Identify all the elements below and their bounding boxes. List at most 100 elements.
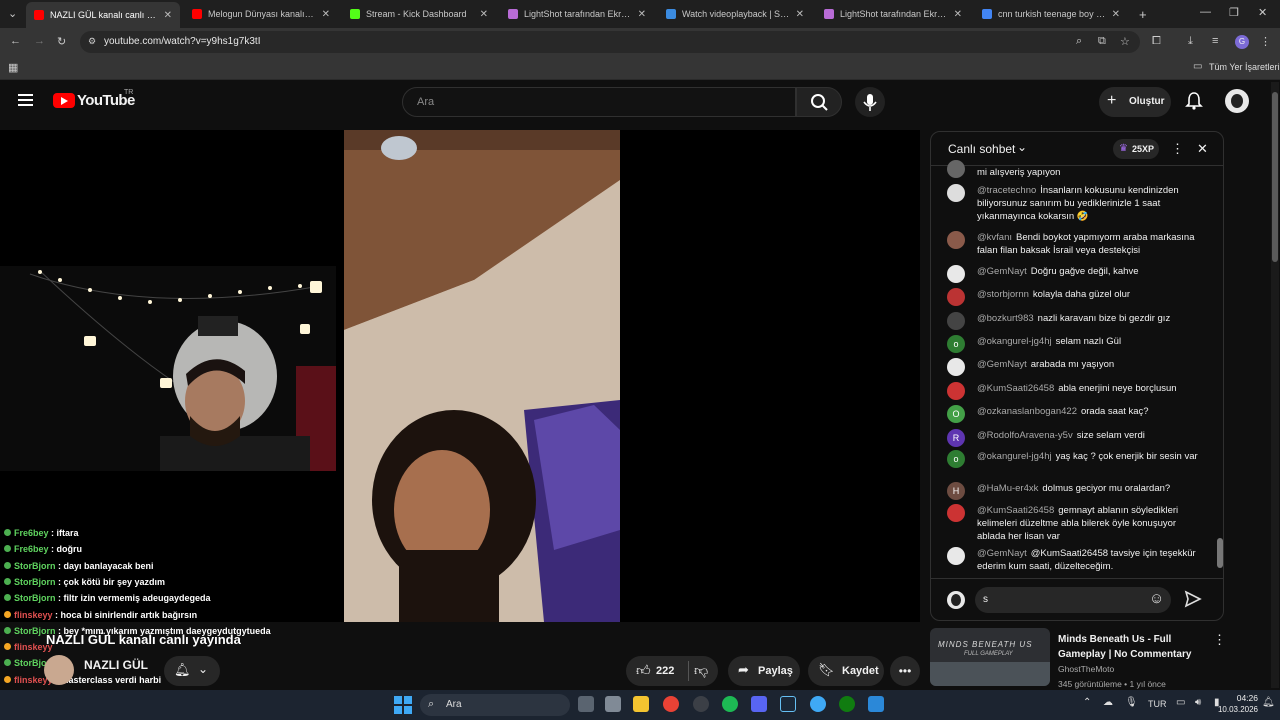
notifications-bell-icon[interactable] <box>1185 91 1203 116</box>
chat-author[interactable]: @GemNayt <box>977 266 1027 277</box>
address-bar[interactable]: ⚙ youtube.com/watch?v=y9hs1g7k3tI ⌕ ⧉ ☆ <box>80 31 1140 53</box>
all-bookmarks[interactable]: Tüm Yer İşaretleri <box>1209 62 1280 72</box>
chat-avatar[interactable]: H <box>947 482 965 500</box>
maximize-icon[interactable]: ❐ <box>1229 6 1239 19</box>
chat-message[interactable]: O @ozkanaslanbogan422 orada saat kaç? <box>947 405 1207 423</box>
browser-tab[interactable]: Watch videoplayback | Streama ✕ <box>658 4 812 24</box>
channel-name[interactable]: NAZLI GÜL <box>84 658 148 672</box>
xbox-icon[interactable] <box>839 696 855 712</box>
tab-close-icon[interactable]: ✕ <box>164 10 172 21</box>
zoom-icon[interactable]: ⌕ <box>1076 35 1082 48</box>
search-input[interactable]: Ara <box>402 87 796 117</box>
chat-message[interactable]: @GemNayt Doğru gağve değil, kahve <box>947 265 1207 283</box>
chat-author[interactable]: @KumSaati26458 <box>977 505 1054 516</box>
cast-icon[interactable]: ⧉ <box>1098 35 1106 48</box>
send-icon[interactable] <box>1183 589 1203 614</box>
volume-icon[interactable]: 🔊︎ <box>1195 697 1201 708</box>
channel-avatar[interactable] <box>44 655 74 685</box>
obs-icon[interactable] <box>693 696 709 712</box>
chat-message[interactable]: @GemNayt arabada mı yaşıyon <box>947 358 1207 376</box>
save-button[interactable]: 🔖︎ Kaydet <box>808 656 884 686</box>
recommendation-menu-icon[interactable]: ⋮ <box>1213 632 1226 648</box>
taskbar-search[interactable]: ⌕ Ara <box>420 694 570 716</box>
close-chat-icon[interactable]: ✕ <box>1197 141 1208 157</box>
chat-message[interactable]: mi alışveriş yapıyon <box>947 160 1207 179</box>
file-explorer-icon[interactable] <box>633 696 649 712</box>
chat-avatar[interactable]: O <box>947 405 965 423</box>
chat-author[interactable]: @tracetechno <box>977 185 1036 196</box>
bookmark-star-icon[interactable]: ☆ <box>1120 35 1130 48</box>
browser-tab[interactable]: LightShot tarafından Ekran Gör ✕ <box>816 4 970 24</box>
notification-icon[interactable]: 🔔︎ <box>1262 697 1275 708</box>
chat-author[interactable]: @kvfanı <box>977 232 1012 243</box>
browser-tab[interactable]: NAZLI GÜL kanalı canlı yayın ✕ <box>26 2 180 28</box>
tab-close-icon[interactable]: ✕ <box>322 9 330 20</box>
chat-message[interactable]: o @okangurel-jg4hj yaş kaç ? çok enerjik b… <box>947 450 1207 468</box>
chat-message[interactable]: @GemNayt @KumSaati26458 tavsiye için teşe… <box>947 547 1207 573</box>
recommendation-thumbnail[interactable]: MINDS BENEATH US FULL GAMEPLAY <box>930 628 1050 686</box>
edge-icon[interactable] <box>810 696 826 712</box>
chat-message[interactable]: @KumSaati26458 abla enerjini neye borçlus… <box>947 382 1207 400</box>
chat-author[interactable]: @ozkanaslanbogan422 <box>977 406 1077 417</box>
chat-message-input[interactable]: s ☺ <box>975 587 1171 613</box>
chevron-down-icon[interactable]: ⌄ <box>1017 140 1027 154</box>
chat-avatar[interactable]: o <box>947 335 965 353</box>
app-icon[interactable] <box>868 696 884 712</box>
chat-message[interactable]: @kvfanı Bendi boykot yapmıyorm araba mark… <box>947 231 1207 257</box>
like-icon[interactable]: 👍︎ <box>636 662 651 679</box>
chat-avatar[interactable]: R <box>947 429 965 447</box>
chat-message[interactable]: @tracetechno İnsanların kokusunu kendiniz… <box>947 184 1207 223</box>
apps-grid-icon[interactable]: ▦ <box>8 61 18 74</box>
chat-avatar[interactable] <box>947 160 965 178</box>
discord-icon[interactable] <box>751 696 767 712</box>
video-player[interactable]: Fre6bey : iftara Fre6bey : doğru StorBjorn… <box>0 130 920 717</box>
task-view-icon[interactable] <box>578 696 594 712</box>
chat-menu-icon[interactable]: ⋮ <box>1171 141 1184 157</box>
tab-close-icon[interactable]: ✕ <box>796 9 804 20</box>
chat-avatar[interactable] <box>947 312 965 330</box>
chat-author[interactable]: @okangurel-jg4hj <box>977 451 1052 462</box>
chat-author[interactable]: @GemNayt <box>977 359 1027 370</box>
chat-avatar[interactable] <box>947 382 965 400</box>
hamburger-menu-icon[interactable] <box>18 94 33 106</box>
search-button[interactable] <box>796 87 842 117</box>
browser-tab[interactable]: Stream - Kick Dashboard ✕ <box>342 4 496 24</box>
recommendation-title[interactable]: Minds Beneath Us - Full Gameplay | No Co… <box>1058 632 1208 662</box>
menu-dots-icon[interactable]: ⋮ <box>1260 35 1271 48</box>
tab-close-icon[interactable]: ✕ <box>954 9 962 20</box>
recommendation-channel[interactable]: GhostTheMoto <box>1058 664 1114 674</box>
browser-tab[interactable]: cnn turkish teenage boy bomb ✕ <box>974 4 1128 24</box>
tab-close-icon[interactable]: ✕ <box>1112 9 1120 20</box>
chat-message[interactable]: @KumSaati26458 gemnayt ablanın söyledikle… <box>947 504 1207 543</box>
clock-time[interactable]: 04:26 <box>1228 693 1258 703</box>
chat-message[interactable]: R @RodolfoAravena-y5v size selam verdi <box>947 429 1207 447</box>
network-icon[interactable]: ▭ <box>1176 697 1185 708</box>
voice-search-button[interactable] <box>855 87 885 117</box>
chat-message[interactable]: o @okangurel-jg4hj selam nazlı Gül <box>947 335 1207 353</box>
chat-author[interactable]: @storbjornn <box>977 289 1029 300</box>
cloud-icon[interactable]: ☁ <box>1103 697 1113 708</box>
tab-search-icon[interactable]: ⌄ <box>8 7 17 20</box>
profile-avatar[interactable]: G <box>1235 35 1249 49</box>
browser-tab[interactable]: Melogun Dünyası kanalı canlı y ✕ <box>184 4 338 24</box>
chat-author[interactable]: @GemNayt <box>977 548 1027 559</box>
tab-close-icon[interactable]: ✕ <box>638 9 646 20</box>
widgets-icon[interactable] <box>605 696 621 712</box>
chat-scrollbar[interactable] <box>1217 168 1223 572</box>
like-count[interactable]: 222 <box>656 665 674 677</box>
tray-chevron-icon[interactable]: ⌃ <box>1083 697 1091 708</box>
back-icon[interactable]: ← <box>10 35 21 47</box>
reload-icon[interactable]: ↻ <box>57 35 66 48</box>
browser-tab[interactable]: LightShot tarafından Ekran Gör ✕ <box>500 4 654 24</box>
emoji-icon[interactable]: ☺ <box>1149 590 1164 607</box>
new-tab-icon[interactable]: + <box>1139 7 1147 22</box>
create-button[interactable]: + Oluştur <box>1099 87 1171 117</box>
account-avatar[interactable] <box>1225 89 1249 113</box>
chrome-icon[interactable] <box>663 696 679 712</box>
chat-avatar[interactable] <box>947 504 965 522</box>
mic-tray-icon[interactable]: 🎙︎ <box>1125 697 1138 708</box>
extensions-icon[interactable]: ⧠ <box>1152 35 1161 48</box>
chat-mode-selector[interactable]: Canlı sohbet <box>948 142 1015 156</box>
chat-avatar[interactable] <box>947 288 965 306</box>
media-icon[interactable]: ≡ <box>1212 35 1218 47</box>
